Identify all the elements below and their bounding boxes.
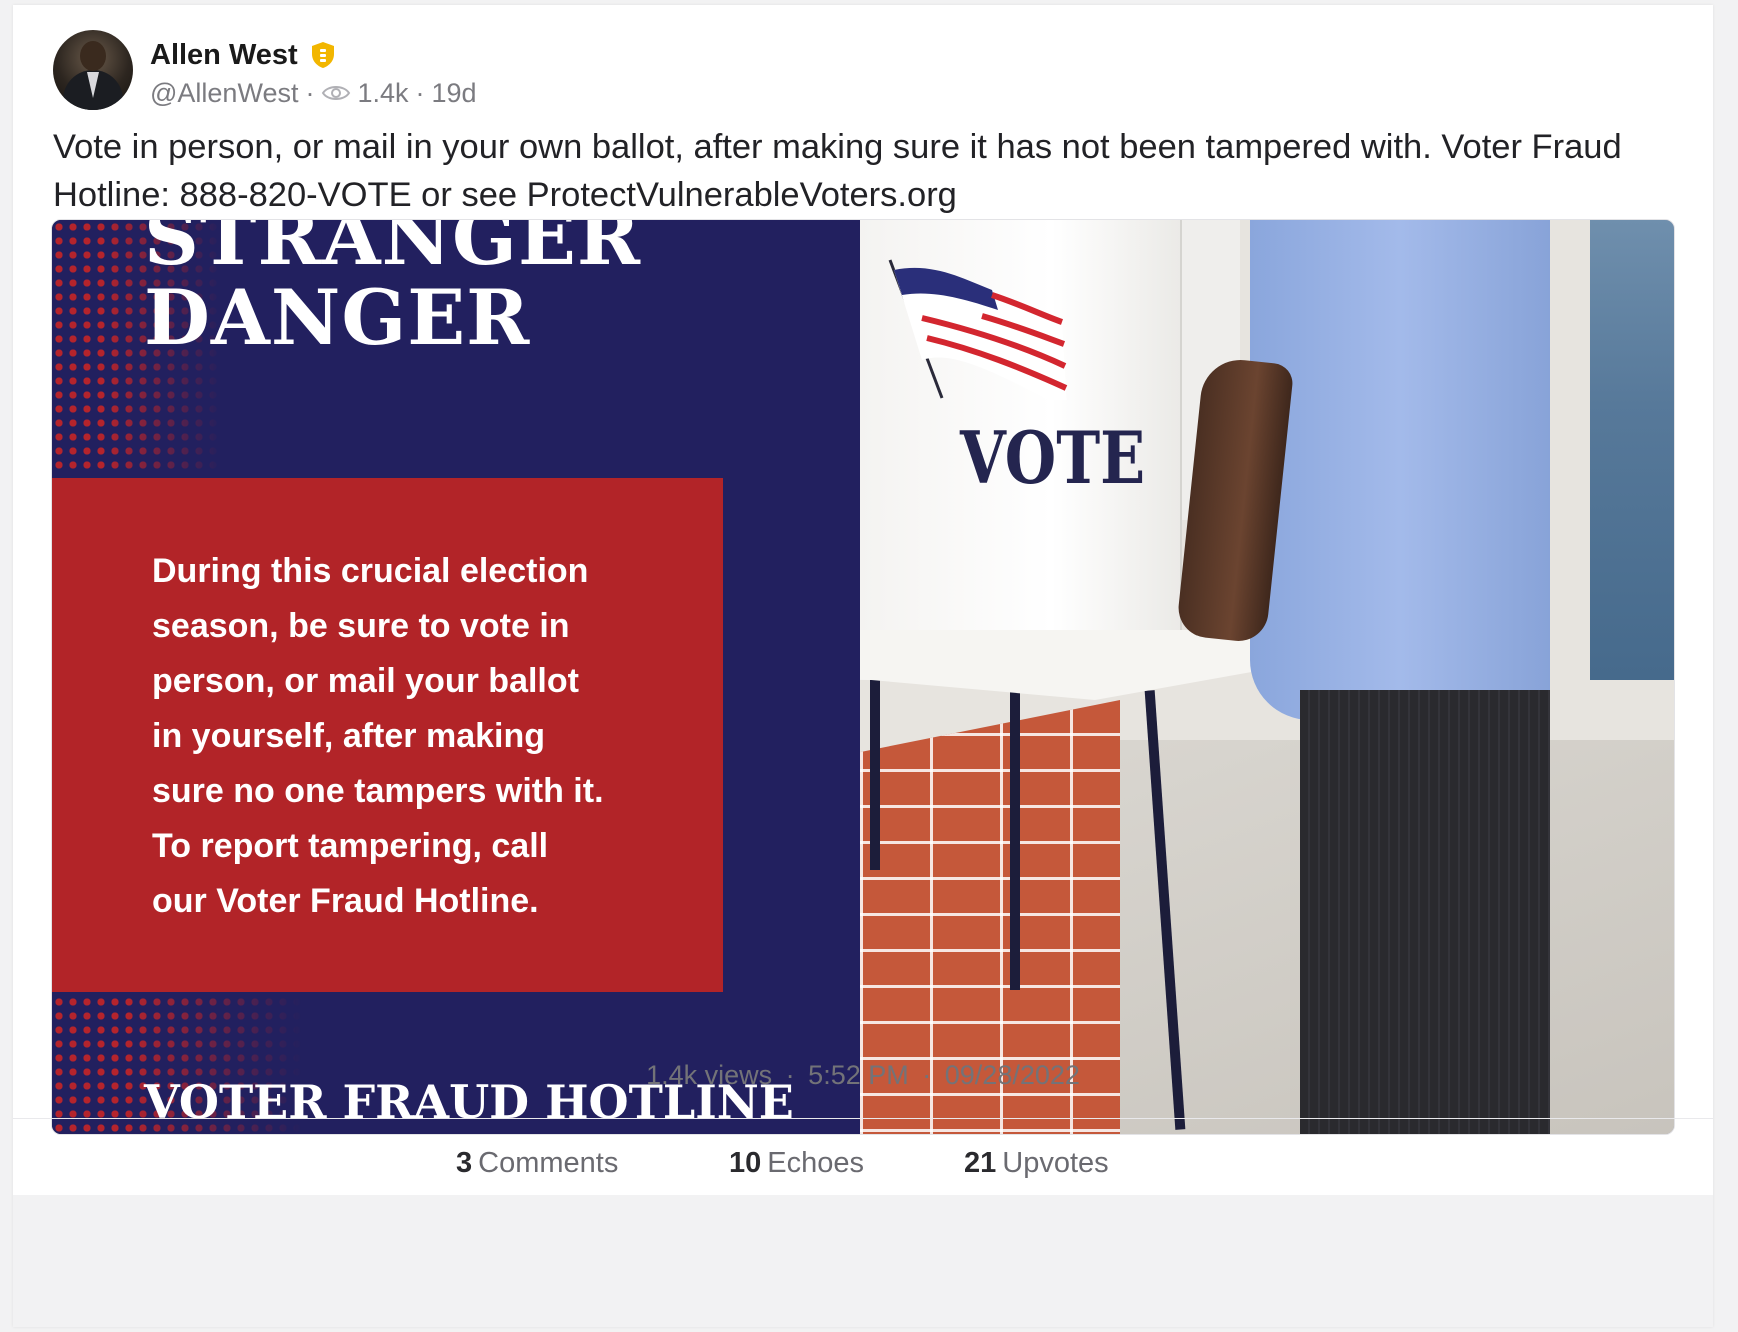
comments-button[interactable]: 3 Comments [456,1147,618,1180]
divider [13,1118,1713,1119]
author-name-row: Allen West [150,35,336,75]
upvotes-button[interactable]: 21 Upvotes [964,1147,1109,1180]
flyer-message-line: person, or mail your ballot [152,662,579,700]
post-timestamp-line: 1.4k views · 5:52 PM · 09/28/2022 [13,1060,1713,1091]
comments-label: Comments [478,1147,619,1179]
view-count: 1.4k [357,77,409,108]
eye-icon [322,86,351,100]
avatar-head [80,41,106,71]
timestamp-separator: · [922,1060,932,1090]
post-text: Vote in person, or mail in your own ball… [53,128,1622,214]
flyer-message-line: During this crucial election [152,552,589,590]
avatar[interactable] [53,30,133,110]
background-person [1590,220,1674,680]
flyer-message: During this crucial election season, be … [152,544,712,929]
upvotes-count: 21 [964,1147,997,1179]
comments-count: 3 [456,1147,473,1179]
flyer-message-line: in yourself, after making [152,717,545,755]
echoes-count: 10 [729,1147,762,1179]
post-card: Allen West @AllenWest · 1.4k · 19d Vote … [13,5,1713,1327]
voter-shirt [1250,220,1550,720]
total-views: 1.4k views [646,1060,773,1090]
headline-line-1: STRANGER [144,219,642,282]
flyer-panel: STRANGER DANGER During this crucial elec… [52,220,860,1134]
meta-separator: · [305,77,315,108]
post-date: 09/28/2022 [944,1060,1080,1090]
engagement-stats: 3 Comments 10 Echoes 21 Upvotes [13,1135,1713,1195]
meta-separator: · [415,77,425,108]
headline-line-2: DANGER [144,273,531,362]
author-meta-row: @AllenWest · 1.4k · 19d [150,75,477,111]
booth-sign: VOTE [960,415,1146,500]
flyer-headline: STRANGER DANGER [144,219,642,362]
echoes-button[interactable]: 10 Echoes [729,1147,864,1180]
verified-shield-icon [311,42,334,68]
post-image[interactable]: STRANGER DANGER During this crucial elec… [51,219,1675,1135]
voting-booth: VOTE [860,220,1182,680]
echoes-label: Echoes [767,1147,864,1179]
flyer-message-line: season, be sure to vote in [152,607,570,645]
post-age[interactable]: 19d [432,78,477,109]
table-leg [1010,690,1020,990]
timestamp-separator: · [785,1060,795,1090]
flyer-message-line: sure no one tampers with it. [152,772,604,810]
page-background [13,1195,1713,1327]
flyer-message-line: our Voter Fraud Hotline. [152,882,539,920]
author-name[interactable]: Allen West [150,39,298,72]
flyer-message-box: During this crucial election season, be … [52,478,723,992]
upvotes-label: Upvotes [1002,1147,1109,1179]
post-time: 5:52 PM [808,1060,909,1090]
voting-photo: VOTE [860,220,1674,1134]
flag-icon [888,259,1068,400]
flyer-message-line: To report tampering, call [152,827,549,865]
table-leg [870,670,880,870]
author-handle[interactable]: @AllenWest [150,78,298,109]
